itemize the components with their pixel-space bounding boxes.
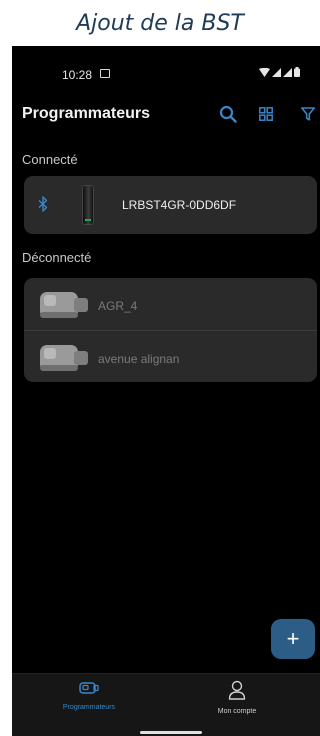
nav-item-programmateurs[interactable]: Programmateurs [29, 680, 149, 711]
device-name: LRBST4GR-0DD6DF [122, 198, 237, 212]
status-time: 10:28 [62, 68, 93, 82]
nav-label-mon-compte: Mon compte [217, 708, 257, 715]
device-row-disconnected[interactable]: AGR_4 [24, 278, 317, 330]
battery-icon [294, 67, 300, 77]
search-icon[interactable] [216, 102, 240, 126]
device-name: AGR_4 [98, 299, 138, 313]
bottom-navigation: Programmateurs Mon compte [12, 673, 320, 736]
programmer-device-image [38, 341, 90, 380]
wifi-icon [259, 67, 270, 77]
connected-devices-card: LRBST4GR-0DD6DF [24, 176, 317, 234]
signal-icon [272, 67, 281, 77]
app-bar: Programmateurs [12, 98, 320, 134]
add-programmer-button[interactable]: + [271, 619, 315, 659]
device-row-disconnected[interactable]: avenue alignan [24, 330, 317, 382]
account-icon [228, 680, 246, 705]
home-indicator[interactable] [140, 731, 202, 734]
device-name: avenue alignan [98, 352, 180, 366]
status-bar: 10:28 [12, 46, 320, 92]
phone-screen: 10:28 Programmateurs Connecté LRBST4GR-0… [12, 46, 320, 736]
nav-label-programmateurs: Programmateurs [62, 704, 116, 711]
grid-view-icon[interactable] [254, 102, 278, 126]
filter-icon[interactable] [296, 102, 320, 126]
page-caption: Ajout de la BST [76, 10, 244, 36]
device-row-connected[interactable]: LRBST4GR-0DD6DF [24, 176, 317, 234]
status-indicators [259, 67, 300, 77]
programmer-icon [79, 680, 99, 701]
signal-icon-2 [283, 67, 292, 77]
nav-item-mon-compte[interactable]: Mon compte [177, 680, 297, 715]
disconnected-devices-card: AGR_4 avenue alignan [24, 278, 317, 382]
notification-icon [100, 69, 110, 78]
section-label-disconnected: Déconnecté [22, 250, 92, 265]
plus-icon: + [286, 626, 300, 651]
page-title: Programmateurs [22, 105, 151, 122]
section-label-connected: Connecté [22, 152, 78, 167]
programmer-device-image [38, 288, 90, 327]
bst-device-image [82, 185, 94, 225]
bluetooth-icon [38, 196, 48, 217]
